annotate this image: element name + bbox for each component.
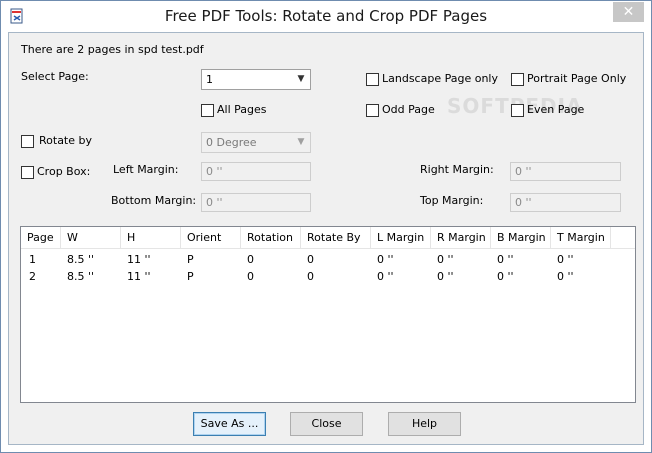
- right-margin-input[interactable]: 0 '': [510, 162, 621, 181]
- portrait-only-label: Portrait Page Only: [527, 72, 627, 85]
- top-margin-input[interactable]: 0 '': [510, 193, 621, 212]
- column-header-r-margin[interactable]: R Margin: [431, 227, 491, 249]
- even-page-checkbox[interactable]: [511, 104, 524, 117]
- cell-r-margin: 0 '': [437, 253, 454, 266]
- cell-w: 8.5 '': [67, 270, 95, 283]
- landscape-only-checkbox[interactable]: [366, 73, 379, 86]
- chevron-down-icon: ▼: [297, 74, 305, 84]
- column-header-h[interactable]: H: [121, 227, 181, 249]
- select-page-dropdown[interactable]: 1 ▼: [201, 69, 311, 90]
- cell-b-margin: 0 '': [497, 270, 514, 283]
- select-page-label: Select Page:: [21, 70, 89, 83]
- cell-w: 8.5 '': [67, 253, 95, 266]
- cell-rotation: 0: [247, 253, 254, 266]
- save-as-button[interactable]: Save As ...: [193, 412, 266, 436]
- cell-page: 2: [29, 270, 36, 283]
- crop-box-checkbox[interactable]: [21, 166, 34, 179]
- bottom-margin-input[interactable]: 0 '': [201, 193, 311, 212]
- portrait-only-checkbox[interactable]: [511, 73, 524, 86]
- column-header-t-margin[interactable]: T Margin: [551, 227, 611, 249]
- cell-rotate-by: 0: [307, 253, 314, 266]
- window-close-button[interactable]: ✕: [613, 2, 644, 22]
- cell-h: 11 '': [127, 270, 151, 283]
- rotate-by-checkbox[interactable]: [21, 135, 34, 148]
- table-header: Page W H Orient Rotation Rotate By L Mar…: [21, 227, 635, 249]
- column-header-l-margin[interactable]: L Margin: [371, 227, 431, 249]
- main-window: Free PDF Tools: Rotate and Crop PDF Page…: [0, 0, 652, 453]
- odd-page-label: Odd Page: [382, 103, 435, 116]
- cell-orient: P: [187, 270, 194, 283]
- all-pages-label: All Pages: [217, 103, 267, 116]
- left-margin-input[interactable]: 0 '': [201, 162, 311, 181]
- select-page-value: 1: [206, 73, 213, 86]
- cell-page: 1: [29, 253, 36, 266]
- cell-l-margin: 0 '': [377, 270, 394, 283]
- even-page-label: Even Page: [527, 103, 585, 116]
- cell-rotate-by: 0: [307, 270, 314, 283]
- table-row[interactable]: 2 8.5 '' 11 '' P 0 0 0 '' 0 '' 0 '' 0 '': [21, 269, 635, 285]
- column-header-orient[interactable]: Orient: [181, 227, 241, 249]
- rotate-by-label: Rotate by: [39, 134, 93, 147]
- cell-r-margin: 0 '': [437, 270, 454, 283]
- help-button[interactable]: Help: [388, 412, 461, 436]
- cell-rotation: 0: [247, 270, 254, 283]
- column-header-b-margin[interactable]: B Margin: [491, 227, 551, 249]
- landscape-only-label: Landscape Page only: [382, 72, 498, 85]
- column-header-w[interactable]: W: [61, 227, 121, 249]
- table-row[interactable]: 1 8.5 '' 11 '' P 0 0 0 '' 0 '' 0 '' 0 '': [21, 252, 635, 268]
- column-header-page[interactable]: Page: [21, 227, 61, 249]
- bottom-margin-label: Bottom Margin:: [111, 194, 197, 207]
- window-title: Free PDF Tools: Rotate and Crop PDF Page…: [164, 7, 488, 25]
- cell-b-margin: 0 '': [497, 253, 514, 266]
- all-pages-checkbox[interactable]: [201, 104, 214, 117]
- cell-t-margin: 0 '': [557, 270, 574, 283]
- right-margin-label: Right Margin:: [420, 163, 494, 176]
- rotate-by-value: 0 Degree: [206, 136, 257, 149]
- cell-t-margin: 0 '': [557, 253, 574, 266]
- cell-h: 11 '': [127, 253, 151, 266]
- rotate-by-dropdown[interactable]: 0 Degree ▼: [201, 132, 311, 153]
- close-button[interactable]: Close: [290, 412, 363, 436]
- cell-l-margin: 0 '': [377, 253, 394, 266]
- title-bar[interactable]: Free PDF Tools: Rotate and Crop PDF Page…: [1, 1, 651, 32]
- dialog-body: SOFTPEDIA There are 2 pages in spd test.…: [8, 32, 644, 445]
- chevron-down-icon: ▼: [297, 137, 305, 147]
- column-header-rotate-by[interactable]: Rotate By: [301, 227, 371, 249]
- crop-box-label: Crop Box:: [37, 165, 91, 178]
- top-margin-label: Top Margin:: [420, 194, 484, 207]
- left-margin-label: Left Margin:: [113, 163, 179, 176]
- column-header-rotation[interactable]: Rotation: [241, 227, 301, 249]
- odd-page-checkbox[interactable]: [366, 104, 379, 117]
- page-count-text: There are 2 pages in spd test.pdf: [21, 43, 204, 56]
- pages-table[interactable]: Page W H Orient Rotation Rotate By L Mar…: [20, 226, 636, 403]
- cell-orient: P: [187, 253, 194, 266]
